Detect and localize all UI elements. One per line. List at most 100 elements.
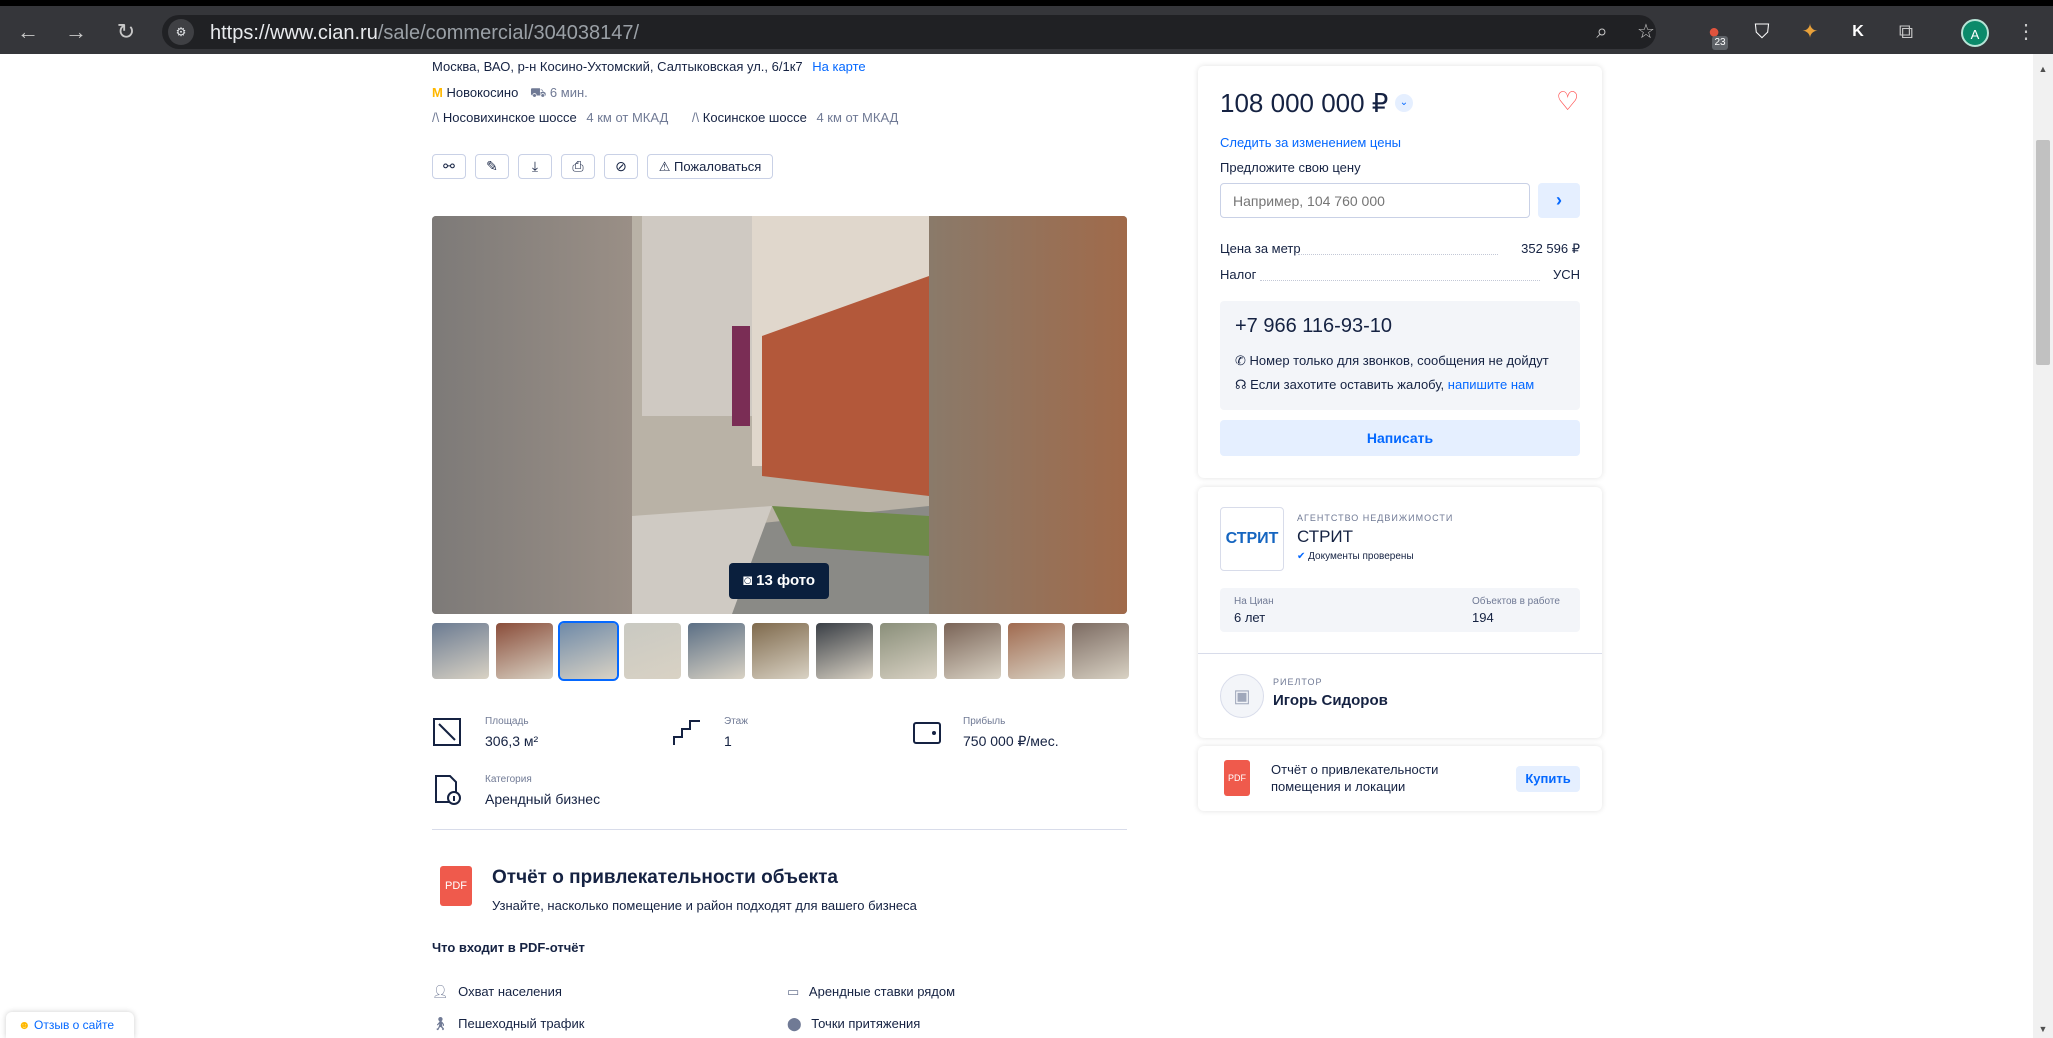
download-icon: ⤓ [531,158,539,174]
photo-count-badge[interactable]: ◙ 13 фото [729,563,829,599]
report-card-line1: Отчёт о привлекательности [1271,762,1439,777]
complaint-note: ☊ Если захотите оставить жалобу, напишит… [1235,377,1535,392]
offer-price-label: Предложите свою цену [1220,160,1361,175]
section-divider [432,829,1127,830]
highway-name[interactable]: Косинское шоссе [703,110,807,125]
realtor-label: РИЕЛТОР [1273,677,1323,687]
highway-name[interactable]: Носовихинское шоссе [443,110,577,125]
browser-menu-icon[interactable]: ⋮ [2012,18,2040,46]
category-label: Категория [485,774,532,785]
edit-button[interactable]: ✎ [475,154,509,179]
tax-value: УСН [1552,267,1580,282]
metro-station[interactable]: Новокосино [446,85,518,100]
map-link[interactable]: На карте [812,59,865,74]
feedback-label: Отзыв о сайте [33,1018,115,1032]
metro-icon: M [432,85,443,100]
share-button[interactable]: ⚯ [432,154,466,179]
phone-number[interactable]: +7 966 116-93-10 [1235,315,1392,338]
wallet-icon [913,722,941,744]
report-includes-title: Что входит в PDF-отчёт [432,940,585,955]
site-settings-icon[interactable]: ⚙ [168,19,194,45]
shield-extension-icon[interactable]: ⛉ [1748,18,1776,46]
browser-toolbar: ← → ↻ ⚙ https://www.cian.ru/sale/commerc… [0,6,2053,54]
report-subtitle: Узнайте, насколько помещение и район под… [492,898,917,913]
realtor-name[interactable]: Игорь Сидоров [1273,692,1388,709]
extensions-puzzle-icon[interactable]: ⧉ [1892,18,1920,46]
page-scrollbar-thumb[interactable] [2036,140,2050,365]
pdf-icon: PDF [440,866,472,906]
report-item: ▭ Арендные ставки рядом [787,984,956,999]
print-button[interactable]: ⎙ [561,154,595,179]
download-button[interactable]: ⤓ [518,154,552,179]
write-us-link[interactable]: напишите нам [1448,377,1534,392]
address-text: Москва, ВАО, р-н Косино-Ухтомский, Салты… [432,59,803,74]
agency-logo[interactable]: СТРИТ [1220,507,1284,571]
report-card: PDF Отчёт о привлекательности помещения … [1198,746,1602,811]
gallery-thumbnail[interactable] [624,623,681,679]
gallery-thumbnail[interactable] [1072,623,1129,679]
agency-name[interactable]: СТРИТ [1297,527,1353,547]
zoom-icon[interactable]: ⌕ [1588,18,1616,46]
calls-note: ✆ Номер только для звонков, сообщения не… [1235,353,1549,368]
objects-value: 194 [1472,610,1494,625]
favorite-heart-icon[interactable]: ♡ [1556,86,1579,117]
phone-box: +7 966 116-93-10 ✆ Номер только для звон… [1220,301,1580,410]
price-per-meter-value: 352 596 ₽ [1521,241,1580,256]
profile-avatar[interactable]: A [1961,19,1989,47]
gallery-thumbnail[interactable] [1008,623,1065,679]
gallery-thumbnail[interactable] [880,623,937,679]
gallery-thumbnail[interactable] [496,623,553,679]
smile-icon: ☻ [18,1018,31,1032]
photo-gallery[interactable]: ◙ 13 фото [432,216,1127,614]
hide-button[interactable]: ⊘ [604,154,638,179]
highway-distance: 4 км от МКАД [586,110,669,125]
price-history-chevron-icon[interactable]: ⌄ [1395,94,1413,112]
forward-arrow-icon[interactable]: → [62,18,90,46]
k-extension-icon[interactable]: K [1844,18,1872,46]
write-button[interactable]: Написать [1220,420,1580,456]
gallery-thumbnail[interactable] [688,623,745,679]
pencil-icon: ✎ [486,158,498,174]
tax-label: Налог [1220,267,1257,282]
realtor-avatar[interactable]: ▣ [1220,674,1264,718]
area-label: Площадь [485,716,529,727]
bookmark-star-icon[interactable]: ☆ [1632,18,1660,46]
url-text[interactable]: https://www.cian.ru/sale/commercial/3040… [210,22,639,45]
metro-time: 6 мин. [549,85,588,100]
hide-eye-icon: ⊘ [615,158,627,174]
gallery-thumbnail[interactable] [558,621,619,681]
printer-icon: ⎙ [572,158,584,174]
offer-price-input[interactable] [1220,183,1530,218]
agency-card: СТРИТ АГЕНТСТВО НЕДВИЖИМОСТИ СТРИТ ✔ Док… [1198,487,1602,738]
highway-icon: /\ [432,110,440,125]
gallery-thumbnail[interactable] [432,623,489,679]
complain-label: Пожаловаться [673,159,762,174]
follow-price-link[interactable]: Следить за изменением цены [1220,135,1401,150]
buy-report-button[interactable]: Купить [1516,766,1580,792]
report-item: 👤︎ Охват населения [432,984,562,999]
briefcase-icon: ▣ [1233,686,1251,706]
scroll-down-arrow-icon[interactable]: ▼ [2036,1022,2050,1036]
url-host: https://www.cian.ru [210,22,378,44]
back-arrow-icon[interactable]: ← [14,18,42,46]
gallery-thumbnail[interactable] [944,623,1001,679]
main-photo [432,216,1127,614]
highways-line: /\ Носовихинское шоссе 4 км от МКАД /\ К… [432,110,898,125]
scroll-up-arrow-icon[interactable]: ▲ [2036,62,2050,76]
address-bar[interactable]: ⚙ https://www.cian.ru/sale/commercial/30… [162,15,1656,49]
report-title: Отчёт о привлекательности объекта [492,867,838,888]
mascot-extension-icon[interactable]: ✦ [1796,18,1824,46]
reload-icon[interactable]: ↻ [112,18,140,46]
floor-value: 1 [724,733,732,749]
address-line: Москва, ВАО, р-н Косино-Ухтомский, Салты… [432,59,866,74]
gallery-thumbnail[interactable] [816,623,873,679]
verified-check-icon: ✔ [1297,551,1306,562]
dotted-leader [1298,254,1498,255]
feedback-button[interactable]: ☻ Отзыв о сайте [6,1012,134,1038]
verified-line: ✔ Документы проверены [1297,551,1414,562]
submit-offer-button[interactable]: › [1538,183,1580,218]
photo-count-label: 13 фото [756,572,816,589]
report-card-line2: помещения и локации [1271,779,1406,794]
complain-button[interactable]: ⚠ Пожаловаться [647,154,773,179]
gallery-thumbnail[interactable] [752,623,809,679]
